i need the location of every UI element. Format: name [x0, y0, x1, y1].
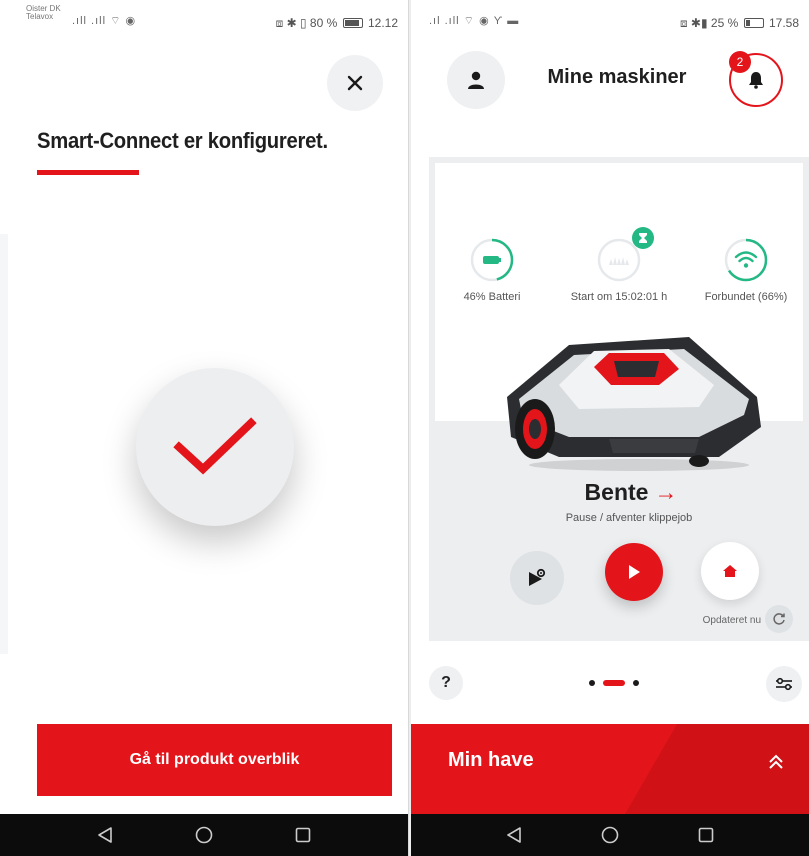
nav-recents-button[interactable]	[289, 821, 317, 849]
page-indicator[interactable]	[589, 680, 639, 686]
go-to-product-overview-button[interactable]: Gå til produkt overblik	[37, 724, 392, 796]
page-dot[interactable]	[633, 680, 639, 686]
android-navbar	[411, 814, 809, 856]
nav-home-button[interactable]	[596, 821, 624, 849]
schedule-stat: Start om 15:02:01 h	[559, 227, 679, 303]
refresh-icon	[773, 613, 785, 625]
mower-status: Pause / afventer klippejob	[565, 512, 693, 524]
nav-home-button[interactable]	[190, 821, 218, 849]
nav-back-button[interactable]	[91, 821, 119, 849]
left-screen: Oister DK Telavox .ıll .ıll ⌔ ◉ ⧈ ✱ ▯ 80…	[0, 0, 409, 856]
android-navbar	[0, 814, 408, 856]
battery-icon	[743, 18, 764, 28]
status-right: ⧈ ✱ ▯ 80 % 12.12	[276, 16, 398, 31]
mower-card[interactable]: 46% Batteri Start om 15:02:01 h Forbunde…	[429, 157, 809, 641]
close-icon	[347, 75, 363, 91]
success-badge	[136, 368, 294, 526]
garden-title: Min have	[448, 749, 534, 771]
schedule-indicator	[596, 227, 654, 283]
battery-stat: 46% Batteri	[432, 237, 552, 303]
bell-icon	[749, 72, 763, 89]
return-home-button[interactable]	[701, 542, 759, 600]
wifi-gauge	[723, 237, 769, 283]
manual-mow-icon	[529, 568, 546, 586]
battery-percent: 80 %	[309, 16, 338, 30]
battery-gauge	[469, 237, 515, 283]
hourglass-badge	[632, 227, 654, 249]
refresh-button[interactable]	[765, 605, 793, 633]
carrier-label: Oister DK Telavox	[26, 5, 61, 21]
carrier-secondary: Telavox	[26, 12, 54, 21]
connection-stat: Forbundet (66%)	[686, 237, 806, 303]
signal-icons: .ıl .ıll ⌔ ◉ ϒ ▬	[429, 15, 520, 27]
manual-mow-button[interactable]	[510, 551, 564, 605]
hourglass-icon	[639, 233, 647, 243]
battery-icon	[342, 18, 363, 28]
status-right: ⧈ ✱▮ 25 % 17.58	[680, 16, 799, 31]
system-icons: ⧈ ✱ ▯	[275, 16, 307, 30]
back-triangle-icon	[507, 827, 521, 843]
nav-recents-button[interactable]	[692, 821, 720, 849]
page-dot-active[interactable]	[603, 680, 625, 686]
mower-name: Bente	[584, 479, 649, 505]
side-decoration	[0, 234, 8, 654]
back-triangle-icon	[97, 827, 112, 843]
wifi-icon	[724, 238, 768, 282]
title-underline	[37, 170, 139, 175]
home-icon	[723, 565, 737, 577]
last-updated: Opdateret nu	[702, 615, 761, 626]
start-mowing-button[interactable]	[605, 543, 663, 601]
mower-name-link[interactable]: Bente →	[429, 479, 809, 506]
status-bar: .ıl .ıll ⌔ ◉ ϒ ▬ ⧈ ✱▮ 25 % 17.58	[411, 0, 809, 36]
page-title: Smart-Connect er konfigureret.	[37, 128, 328, 153]
play-icon	[629, 565, 640, 579]
notification-count-badge: 2	[729, 51, 751, 73]
arrow-right-icon: →	[654, 479, 678, 505]
status-bar: Oister DK Telavox .ıll .ıll ⌔ ◉ ⧈ ✱ ▯ 80…	[0, 0, 408, 36]
signal-icons: .ıll .ıll ⌔ ◉	[72, 15, 137, 27]
help-button[interactable]: ?	[429, 666, 463, 700]
clock: 12.12	[367, 16, 398, 30]
right-screen: .ıl .ıll ⌔ ◉ ϒ ▬ ⧈ ✱▮ 25 % 17.58 Mine ma…	[411, 0, 809, 856]
battery-label: 46% Batteri	[463, 291, 521, 303]
system-icons: ⧈ ✱▮	[679, 16, 708, 30]
recents-square-icon	[698, 827, 714, 843]
page-dot[interactable]	[589, 680, 595, 686]
home-circle-icon	[601, 826, 619, 844]
mower-settings-button[interactable]	[766, 666, 802, 702]
connection-label: Forbundet (66%)	[704, 291, 788, 303]
double-chevron-up-icon[interactable]	[767, 754, 785, 770]
schedule-label: Start om 15:02:01 h	[570, 291, 668, 303]
home-circle-icon	[195, 826, 213, 844]
recents-square-icon	[296, 827, 311, 843]
battery-percent: 25 %	[710, 16, 739, 30]
close-button[interactable]	[327, 55, 383, 111]
checkmark-icon	[173, 417, 257, 475]
robot-mower-image	[507, 337, 761, 471]
sliders-icon	[776, 677, 792, 691]
battery-icon	[470, 238, 514, 282]
nav-back-button[interactable]	[500, 821, 528, 849]
my-garden-panel[interactable]: Min have	[411, 724, 809, 814]
clock: 17.58	[768, 16, 799, 30]
